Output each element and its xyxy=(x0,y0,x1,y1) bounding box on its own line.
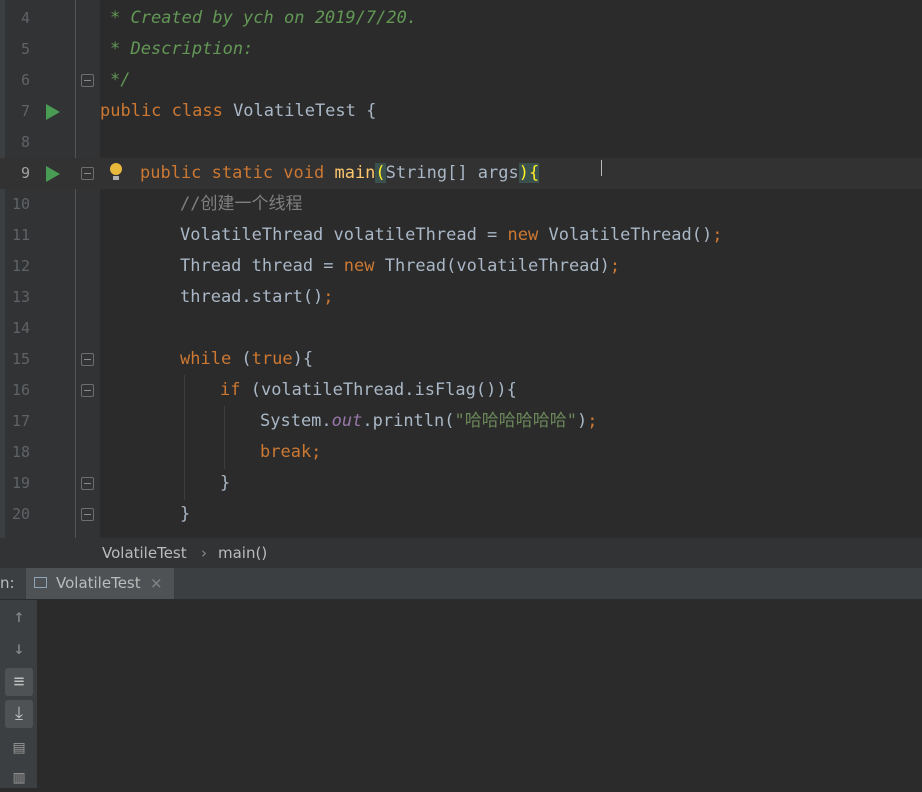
run-main-icon[interactable] xyxy=(46,166,60,182)
code-text: break; xyxy=(260,442,322,462)
line-number: 8 xyxy=(20,133,30,151)
line-number: 18 xyxy=(11,443,30,461)
code-line-15[interactable]: 15 while (true){ xyxy=(0,344,922,375)
run-panel-prefix: n: xyxy=(0,574,15,592)
code-text: //创建一个线程 xyxy=(180,194,303,214)
line-number: 14 xyxy=(11,319,30,337)
tab-volatiletest[interactable]: VolatileTest × xyxy=(26,568,174,599)
code-line-19[interactable]: 19 } xyxy=(0,468,922,499)
code-line-18[interactable]: 18 break; xyxy=(0,437,922,468)
code-text: if (volatileThread.isFlag()){ xyxy=(220,380,517,400)
line-number: 5 xyxy=(20,40,30,58)
arrow-down-icon[interactable]: ↓ xyxy=(5,635,33,663)
code-text: while (true){ xyxy=(180,349,314,369)
code-line-12[interactable]: 12 Thread thread = new Thread(volatileTh… xyxy=(0,251,922,282)
soft-wrap-icon[interactable]: ≡ xyxy=(5,668,33,696)
code-text: VolatileThread volatileThread = new Vola… xyxy=(180,225,723,245)
code-line-17[interactable]: 17 System.out.println("哈哈哈哈哈哈"); xyxy=(0,406,922,437)
fold-collapse-icon[interactable] xyxy=(81,353,94,366)
run-panel-header: n: VolatileTest × xyxy=(0,568,922,600)
text-cursor xyxy=(601,160,604,176)
breadcrumb-method[interactable]: main() xyxy=(218,538,267,568)
indent-guide xyxy=(184,375,185,500)
line-number: 4 xyxy=(20,9,30,27)
fold-expand-icon[interactable] xyxy=(81,477,94,490)
code-editor[interactable]: 4 * Created by ych on 2019/7/20. 5 * Des… xyxy=(0,0,922,538)
breadcrumb: VolatileTest › main() xyxy=(0,538,922,568)
line-number: 17 xyxy=(11,412,30,430)
code-text: public static void main(String[] args){ xyxy=(140,163,540,183)
line-number: 11 xyxy=(11,226,30,244)
line-number: 13 xyxy=(11,288,30,306)
line-number: 6 xyxy=(20,71,30,89)
fold-expand-icon[interactable] xyxy=(81,508,94,521)
fold-collapse-icon[interactable] xyxy=(81,74,94,87)
code-text: } xyxy=(220,473,231,493)
code-line-16[interactable]: 16 if (volatileThread.isFlag()){ xyxy=(0,375,922,406)
code-text: * Description: xyxy=(110,39,254,59)
code-text: */ xyxy=(110,70,131,90)
code-line-6[interactable]: 6 */ xyxy=(0,65,922,96)
line-number: 10 xyxy=(11,195,30,213)
code-line-13[interactable]: 13 thread.start(); xyxy=(0,282,922,313)
scroll-to-end-icon[interactable]: ⤓ xyxy=(5,700,33,728)
code-text: * Created by ych on 2019/7/20. xyxy=(110,8,418,28)
line-number: 12 xyxy=(11,257,30,275)
line-number: 20 xyxy=(11,505,30,523)
code-line-10[interactable]: 10 //创建一个线程 xyxy=(0,189,922,220)
line-number: 7 xyxy=(20,102,30,120)
code-text: thread.start(); xyxy=(180,287,334,307)
code-text: Thread thread = new Thread(volatileThrea… xyxy=(180,256,621,276)
breadcrumb-separator: › xyxy=(201,544,207,562)
line-number: 16 xyxy=(11,381,30,399)
code-line-8[interactable]: 8 xyxy=(0,127,922,158)
line-number: 19 xyxy=(11,474,30,492)
code-text: } xyxy=(180,504,191,524)
run-class-icon[interactable] xyxy=(46,104,60,120)
line-number: 9 xyxy=(20,164,30,182)
code-text: public class VolatileTest { xyxy=(100,101,377,121)
code-line-5[interactable]: 5 * Description: xyxy=(0,34,922,65)
line-number: 15 xyxy=(11,350,30,368)
code-line-9[interactable]: 9 public static void main(String[] args)… xyxy=(0,158,922,189)
console-output[interactable]: ↑ ↓ ≡ ⤓ ▤ ▥ xyxy=(0,600,922,788)
console-window-icon xyxy=(34,577,47,588)
code-line-14[interactable]: 14 xyxy=(0,313,922,344)
console-side-toolbar: ↑ ↓ ≡ ⤓ ▤ ▥ xyxy=(0,600,37,788)
print-icon[interactable]: ▤ xyxy=(5,734,33,762)
indent-guide xyxy=(224,406,225,469)
breadcrumb-class[interactable]: VolatileTest xyxy=(102,538,187,568)
lightbulb-icon[interactable] xyxy=(110,163,122,180)
code-line-20[interactable]: 20 } xyxy=(0,499,922,530)
fold-collapse-icon[interactable] xyxy=(81,167,94,180)
code-line-11[interactable]: 11 VolatileThread volatileThread = new V… xyxy=(0,220,922,251)
close-icon[interactable]: × xyxy=(150,568,163,599)
arrow-up-icon[interactable]: ↑ xyxy=(5,603,33,631)
code-text: System.out.println("哈哈哈哈哈哈"); xyxy=(260,411,598,431)
fold-collapse-icon[interactable] xyxy=(81,384,94,397)
code-line-4[interactable]: 4 * Created by ych on 2019/7/20. xyxy=(0,3,922,34)
tab-label: VolatileTest xyxy=(56,574,141,592)
code-line-7[interactable]: 7 public class VolatileTest { xyxy=(0,96,922,127)
